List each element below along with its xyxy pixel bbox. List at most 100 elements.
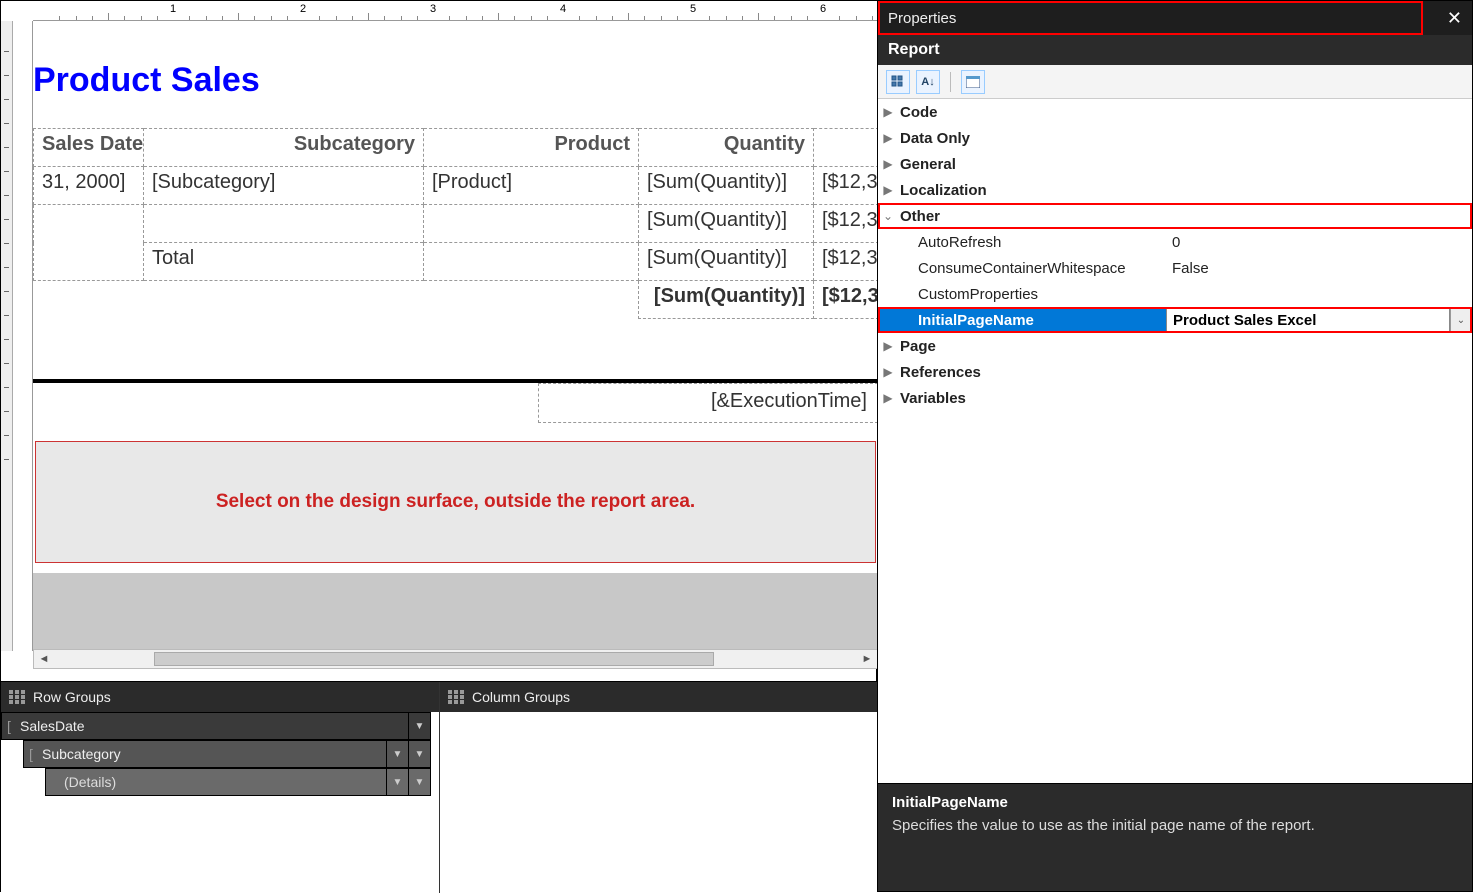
categorize-button[interactable] <box>886 70 910 94</box>
horizontal-scrollbar[interactable]: ◄ ► <box>33 649 878 669</box>
group-bracket-icon: [ <box>2 718 16 734</box>
prop-value-input[interactable]: Product Sales Excel <box>1166 308 1450 332</box>
category-code[interactable]: ▶ Code <box>878 99 1472 125</box>
report-body[interactable]: Product Sales Sales Date Subcategory Pro… <box>33 21 878 573</box>
properties-object-selector[interactable]: Report <box>878 35 1472 65</box>
cell-empty[interactable] <box>424 205 639 243</box>
scroll-track[interactable] <box>54 652 857 666</box>
cell-product[interactable]: [Product] <box>424 167 639 205</box>
category-general[interactable]: ▶ General <box>878 151 1472 177</box>
grid-icon <box>448 690 464 704</box>
cell-total-amt[interactable]: [$12,3 <box>814 243 879 281</box>
column-groups-label: Column Groups <box>472 689 570 705</box>
properties-description: InitialPageName Specifies the value to u… <box>878 783 1472 891</box>
category-page[interactable]: ▶ Page <box>878 333 1472 359</box>
column-groups-body[interactable] <box>440 712 878 893</box>
expand-icon[interactable]: ▶ <box>878 131 898 145</box>
expand-icon[interactable]: ▶ <box>878 365 898 379</box>
group-extra-dropdown-icon[interactable]: ▼ <box>408 741 430 767</box>
category-label: Page <box>898 338 1166 355</box>
prop-value[interactable]: False <box>1166 260 1472 277</box>
report-title[interactable]: Product Sales <box>33 21 878 128</box>
scroll-thumb[interactable] <box>154 652 714 666</box>
cell-subtotal-qty[interactable]: [Sum(Quantity)] <box>639 205 814 243</box>
col-header-product[interactable]: Product <box>424 129 639 167</box>
vertical-ruler[interactable] <box>13 21 33 651</box>
expand-icon[interactable]: ▶ <box>878 339 898 353</box>
group-dropdown-icon[interactable]: ▼ <box>386 769 408 795</box>
cell-amount[interactable]: [$12,3 <box>814 167 879 205</box>
cell-grand-qty[interactable]: [Sum(Quantity)] <box>639 281 814 319</box>
expand-icon[interactable]: ▶ <box>878 183 898 197</box>
cell-salesdate[interactable]: 31, 2000] <box>34 167 144 205</box>
cell-empty[interactable] <box>34 205 144 243</box>
cell-empty <box>34 281 639 319</box>
group-item-details[interactable]: (Details) ▼ ▼ <box>45 768 431 796</box>
cell-subtotal-amt[interactable]: [$12,3 <box>814 205 879 243</box>
close-icon[interactable]: ✕ <box>1447 8 1462 29</box>
tablix[interactable]: Sales Date Subcategory Product Quantity … <box>33 128 878 319</box>
cell-subcategory[interactable]: [Subcategory] <box>144 167 424 205</box>
prop-autorefresh[interactable]: AutoRefresh 0 <box>878 229 1472 255</box>
ruler-corner <box>1 1 33 21</box>
category-other[interactable]: ⌄ Other <box>878 203 1472 229</box>
group-extra-dropdown-icon[interactable]: ▼ <box>408 769 430 795</box>
cell-total-qty[interactable]: [Sum(Quantity)] <box>639 243 814 281</box>
description-text: Specifies the value to use as the initia… <box>892 817 1458 834</box>
scroll-right-arrow[interactable]: ► <box>857 650 877 668</box>
group-bracket-icon: [ <box>24 746 38 762</box>
cell-grand-amt[interactable]: [$12,3 <box>814 281 879 319</box>
instruction-text: Select on the design surface, outside th… <box>216 491 695 513</box>
category-label: Code <box>898 104 1166 121</box>
prop-name: CustomProperties <box>898 286 1166 303</box>
horizontal-ruler[interactable]: 123456 <box>33 1 878 21</box>
expand-icon[interactable]: ▶ <box>878 105 898 119</box>
group-item-subcategory[interactable]: [ Subcategory ▼ ▼ <box>23 740 431 768</box>
expand-icon[interactable]: ▶ <box>878 391 898 405</box>
left-gutter <box>1 21 13 651</box>
group-dropdown-icon[interactable]: ▼ <box>408 713 430 739</box>
row-groups-label: Row Groups <box>33 689 111 705</box>
properties-grid[interactable]: ▶ Code ▶ Data Only ▶ General ▶ Localizat… <box>878 99 1472 411</box>
category-localization[interactable]: ▶ Localization <box>878 177 1472 203</box>
col-header-subcategory[interactable]: Subcategory <box>144 129 424 167</box>
cell-empty[interactable] <box>144 205 424 243</box>
col-header-amount[interactable] <box>814 129 879 167</box>
column-groups-header[interactable]: Column Groups <box>440 682 878 712</box>
design-surface[interactable]: Product Sales Sales Date Subcategory Pro… <box>33 21 878 651</box>
group-label: SalesDate <box>16 718 408 734</box>
cell-empty[interactable] <box>424 243 639 281</box>
category-label: Localization <box>898 182 1166 199</box>
category-references[interactable]: ▶ References <box>878 359 1472 385</box>
col-header-salesdate[interactable]: Sales Date <box>34 129 144 167</box>
description-title: InitialPageName <box>892 794 1458 811</box>
category-variables[interactable]: ▶ Variables <box>878 385 1472 411</box>
cell-total-label[interactable]: Total <box>144 243 424 281</box>
prop-initialpagename[interactable]: InitialPageName Product Sales Excel ⌄ <box>878 307 1472 333</box>
category-label: Variables <box>898 390 1166 407</box>
prop-name: InitialPageName <box>898 312 1166 329</box>
cell-empty[interactable] <box>34 243 144 281</box>
expand-icon[interactable]: ▶ <box>878 157 898 171</box>
execution-time-textbox[interactable]: [&ExecutionTime] <box>538 383 878 423</box>
cell-quantity[interactable]: [Sum(Quantity)] <box>639 167 814 205</box>
instruction-callout: Select on the design surface, outside th… <box>35 441 876 563</box>
row-groups-body[interactable]: [ SalesDate ▼ [ Subcategory ▼ ▼ (Details… <box>1 712 439 893</box>
col-header-quantity[interactable]: Quantity <box>639 129 814 167</box>
prop-customproperties[interactable]: CustomProperties <box>878 281 1472 307</box>
property-pages-button[interactable] <box>961 70 985 94</box>
dropdown-icon[interactable]: ⌄ <box>1450 308 1472 332</box>
category-label: General <box>898 156 1166 173</box>
prop-value[interactable]: 0 <box>1166 234 1472 251</box>
group-item-salesdate[interactable]: [ SalesDate ▼ <box>1 712 431 740</box>
group-dropdown-icon[interactable]: ▼ <box>386 741 408 767</box>
properties-titlebar[interactable]: Properties ✕ <box>878 1 1472 35</box>
page-footer[interactable]: [&ExecutionTime] <box>33 379 878 423</box>
category-dataonly[interactable]: ▶ Data Only <box>878 125 1472 151</box>
prop-consumecontainerwhitespace[interactable]: ConsumeContainerWhitespace False <box>878 255 1472 281</box>
collapse-icon[interactable]: ⌄ <box>878 209 898 223</box>
scroll-left-arrow[interactable]: ◄ <box>34 650 54 668</box>
row-groups-header[interactable]: Row Groups <box>1 682 439 712</box>
alphabetize-button[interactable]: A↓ <box>916 70 940 94</box>
group-label: Subcategory <box>38 746 386 762</box>
